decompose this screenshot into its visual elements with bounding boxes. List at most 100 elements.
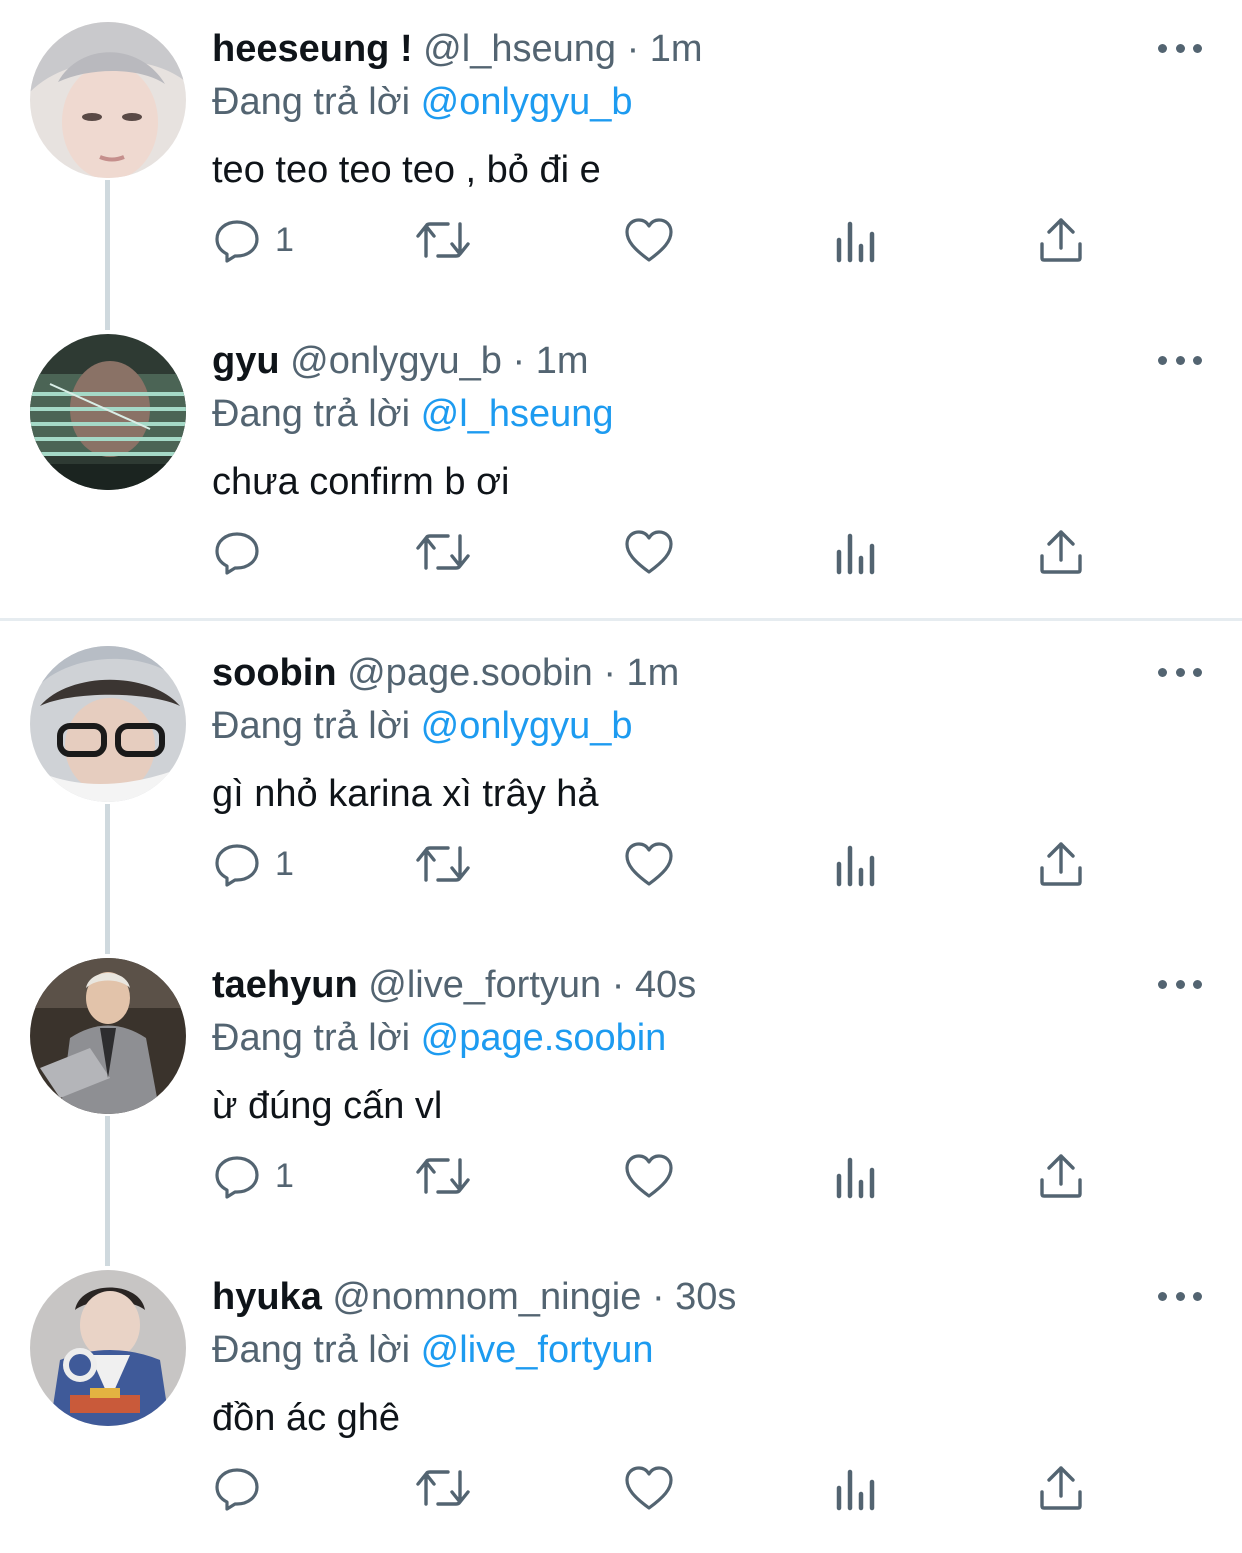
replying-to-label: Đang trả lời (212, 393, 411, 435)
share-button[interactable] (1038, 522, 1084, 582)
reply-button[interactable]: 1 (213, 834, 294, 894)
mention-link[interactable]: @onlygyu_b (421, 705, 633, 747)
share-icon (1040, 842, 1082, 886)
replying-to-label: Đang trả lời (212, 705, 411, 747)
like-icon (625, 1466, 673, 1510)
retweet-icon (416, 1470, 470, 1506)
mention-link[interactable]: @live_fortyun (421, 1329, 654, 1371)
views-button[interactable] (834, 522, 878, 582)
display-name[interactable]: hyuka (212, 1276, 322, 1318)
reply-button[interactable]: 1 (213, 1146, 294, 1206)
views-button[interactable] (834, 1458, 878, 1518)
like-icon (625, 218, 673, 262)
retweet-icon (416, 222, 470, 258)
avatar[interactable] (30, 334, 186, 490)
tweet-text: chưa confirm b ơi (212, 461, 510, 503)
views-button[interactable] (834, 834, 878, 894)
user-handle[interactable]: @page.soobin (347, 652, 593, 694)
views-button[interactable] (834, 1146, 878, 1206)
thread-separator (0, 618, 1242, 621)
share-icon (1040, 1154, 1082, 1198)
avatar[interactable] (30, 958, 186, 1114)
mention-link[interactable]: @l_hseung (421, 393, 614, 435)
timestamp[interactable]: 1m (650, 28, 703, 70)
views-icon (836, 1157, 875, 1199)
timestamp[interactable]: 40s (635, 964, 696, 1006)
share-button[interactable] (1038, 210, 1084, 270)
views-icon (836, 533, 875, 575)
replying-to-label: Đang trả lời (212, 1017, 411, 1059)
tweet[interactable]: hyuka @nomnom_ningie · 30s Đang trả lời … (0, 1248, 1242, 1553)
mention-link[interactable]: @onlygyu_b (421, 81, 633, 123)
display-name[interactable]: gyu (212, 340, 280, 382)
share-button[interactable] (1038, 1146, 1084, 1206)
retweet-button[interactable] (414, 210, 472, 270)
reply-count: 1 (275, 220, 294, 259)
views-icon (836, 845, 875, 887)
retweet-icon (416, 846, 470, 882)
like-button[interactable] (624, 210, 674, 270)
replying-to-label: Đang trả lời (212, 1329, 411, 1371)
tweet-actions: 1 (0, 210, 1242, 270)
mention-link[interactable]: @page.soobin (421, 1017, 667, 1059)
replying-to: Đang trả lời @onlygyu_b (212, 700, 633, 752)
tweet-actions (0, 1458, 1242, 1518)
display-name[interactable]: taehyun (212, 964, 358, 1006)
timestamp[interactable]: 1m (536, 340, 589, 382)
timestamp[interactable]: 1m (627, 652, 680, 694)
reply-icon (215, 532, 259, 575)
separator-dot: · (626, 28, 640, 70)
reply-button[interactable] (213, 1458, 275, 1518)
replying-to: Đang trả lời @live_fortyun (212, 1324, 654, 1376)
like-button[interactable] (624, 522, 674, 582)
tweet-actions (0, 522, 1242, 582)
reply-button[interactable]: 1 (213, 210, 294, 270)
more-icon[interactable] (1158, 1286, 1202, 1306)
share-icon (1040, 530, 1082, 574)
timestamp[interactable]: 30s (675, 1276, 736, 1318)
reply-count: 1 (275, 844, 294, 883)
like-button[interactable] (624, 1146, 674, 1206)
reply-icon (215, 844, 259, 887)
share-button[interactable] (1038, 1458, 1084, 1518)
more-icon[interactable] (1158, 350, 1202, 370)
separator-dot: · (611, 964, 625, 1006)
tweet[interactable]: taehyun @live_fortyun · 40s Đang trả lời… (0, 936, 1242, 1246)
views-icon (836, 221, 875, 263)
avatar[interactable] (30, 646, 186, 802)
like-button[interactable] (624, 834, 674, 894)
separator-dot: · (603, 652, 616, 694)
tweet[interactable]: gyu @onlygyu_b · 1m Đang trả lời @l_hseu… (0, 312, 1242, 618)
user-handle[interactable]: @nomnom_ningie (332, 1276, 641, 1318)
user-handle[interactable]: @live_fortyun (368, 964, 601, 1006)
tweet-text: gì nhỏ karina xì trây hả (212, 773, 599, 815)
like-icon (625, 530, 673, 574)
like-icon (625, 1154, 673, 1198)
user-handle[interactable]: @l_hseung (423, 28, 616, 70)
tweet[interactable]: heeseung ! @l_hseung · 1m Đang trả lời @… (0, 0, 1242, 310)
replying-to: Đang trả lời @onlygyu_b (212, 76, 633, 128)
share-icon (1040, 218, 1082, 262)
retweet-button[interactable] (414, 522, 472, 582)
display-name[interactable]: soobin (212, 652, 337, 694)
views-button[interactable] (834, 210, 878, 270)
tweet-text: ừ đúng cấn vl (212, 1085, 443, 1127)
retweet-button[interactable] (414, 834, 472, 894)
more-icon[interactable] (1158, 974, 1202, 994)
tweet[interactable]: soobin @page.soobin · 1m Đang trả lời @o… (0, 624, 1242, 934)
user-handle[interactable]: @onlygyu_b (290, 340, 502, 382)
replying-to: Đang trả lời @l_hseung (212, 388, 614, 440)
share-button[interactable] (1038, 834, 1084, 894)
avatar[interactable] (30, 22, 186, 178)
reply-button[interactable] (213, 522, 275, 582)
more-icon[interactable] (1158, 38, 1202, 58)
display-name[interactable]: heeseung ! (212, 28, 413, 70)
like-button[interactable] (624, 1458, 674, 1518)
more-icon[interactable] (1158, 662, 1202, 682)
reply-icon (215, 1468, 259, 1511)
retweet-button[interactable] (414, 1146, 472, 1206)
tweet-actions: 1 (0, 834, 1242, 894)
avatar[interactable] (30, 1270, 186, 1426)
reply-icon (215, 220, 259, 263)
retweet-button[interactable] (414, 1458, 472, 1518)
